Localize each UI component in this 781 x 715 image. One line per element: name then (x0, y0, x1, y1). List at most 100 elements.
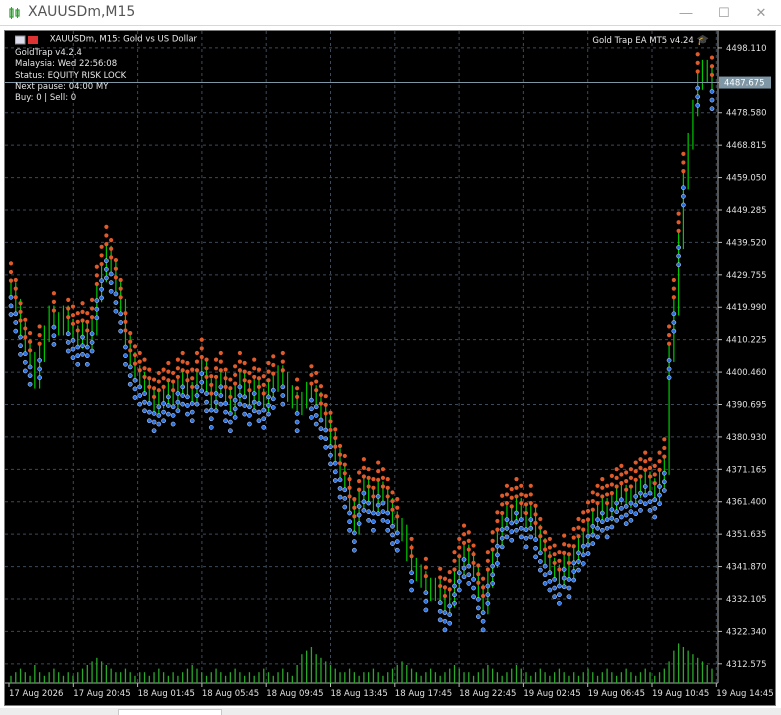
sell-marker (118, 286, 123, 291)
sell-marker (199, 354, 204, 360)
buy-marker (65, 340, 71, 345)
sell-marker (314, 370, 319, 376)
close-icon[interactable]: ✕ (753, 5, 769, 21)
buy-marker (623, 512, 629, 518)
maximize-icon[interactable]: ☐ (716, 5, 732, 21)
buy-marker (18, 351, 23, 357)
sell-marker (51, 291, 57, 296)
sell-marker (461, 532, 467, 537)
buy-marker (495, 561, 500, 566)
sell-marker (519, 492, 524, 497)
sell-marker (385, 485, 390, 490)
sell-marker (175, 374, 181, 380)
sell-marker (566, 560, 572, 565)
buy-marker (113, 291, 119, 297)
buy-marker (533, 545, 538, 551)
sell-marker (166, 378, 171, 383)
chart-toolbar-icons[interactable] (15, 35, 47, 45)
buy-marker (13, 320, 19, 325)
sell-marker (66, 297, 71, 303)
chart-tab[interactable] (118, 709, 222, 715)
sell-marker (471, 543, 476, 548)
sell-marker (180, 359, 185, 364)
buy-marker (113, 300, 119, 305)
buy-marker (194, 401, 200, 407)
sell-marker (204, 374, 209, 380)
chart-canvas[interactable]: 4498.110 4478.580 4468.815 4459.050 4449.285… (5, 31, 777, 707)
buy-marker (523, 527, 529, 532)
buy-marker (156, 404, 162, 410)
buy-marker (390, 523, 395, 529)
sell-marker (89, 315, 95, 320)
buy-marker (337, 486, 343, 491)
graduation-cap-icon[interactable]: 🎓 (697, 35, 709, 46)
sell-marker (8, 278, 14, 283)
buy-marker (461, 574, 467, 580)
sell-marker (671, 286, 676, 291)
buy-marker (595, 534, 600, 540)
info-line-positions: Buy: 0 | Sell: 0 (15, 93, 77, 104)
buy-marker (347, 527, 352, 533)
price-chart[interactable]: 4498.110 4478.580 4468.815 4459.050 4449.285… (4, 30, 776, 706)
buy-marker (599, 510, 605, 516)
window-titlebar: XAUUSDm,M15 — ☐ ✕ (0, 0, 781, 26)
minimize-icon[interactable]: — (678, 5, 694, 21)
sell-marker (147, 376, 152, 381)
sell-marker (247, 370, 252, 376)
sell-marker (309, 364, 314, 369)
sell-marker (376, 469, 381, 474)
sell-marker (619, 463, 624, 468)
sell-marker (590, 490, 595, 495)
sell-marker (481, 593, 486, 599)
sell-marker (466, 538, 471, 544)
buy-marker (208, 416, 214, 422)
sell-marker (557, 558, 562, 563)
sell-marker (151, 394, 157, 399)
sell-marker (523, 493, 529, 498)
buy-marker (504, 525, 510, 531)
buy-marker (514, 510, 519, 516)
sell-marker (99, 253, 104, 258)
sell-marker (562, 550, 567, 555)
buy-marker (509, 537, 515, 543)
buy-marker (151, 419, 157, 425)
sell-marker (23, 334, 28, 340)
buy-marker (447, 612, 453, 617)
sell-marker (628, 467, 634, 472)
sell-marker (385, 477, 390, 482)
buy-marker (132, 377, 138, 383)
sell-marker (576, 534, 581, 539)
sell-marker (357, 487, 362, 492)
buy-marker (22, 359, 28, 365)
buy-marker (681, 202, 686, 208)
x-tick-label: 18 Aug 22:45 (459, 689, 516, 699)
sell-marker (609, 473, 614, 478)
sell-marker (161, 376, 166, 381)
buy-marker (385, 527, 391, 533)
sell-marker (647, 457, 653, 462)
sell-marker (538, 516, 543, 522)
sell-marker (323, 402, 328, 407)
buy-marker (342, 487, 348, 493)
buy-marker (256, 409, 262, 415)
buy-marker (528, 525, 534, 531)
sell-marker (481, 585, 486, 590)
buy-marker (504, 534, 510, 540)
buy-marker (557, 592, 562, 598)
buy-marker (390, 532, 395, 538)
buy-marker (8, 303, 14, 309)
buy-marker (280, 401, 286, 407)
buy-marker (547, 570, 553, 576)
symbol-header: XAUUSDm, M15: Gold vs US Dollar (15, 34, 197, 45)
sell-marker (23, 317, 28, 322)
sell-marker (104, 224, 109, 229)
x-tick-label: 17 Aug 2026 (9, 689, 63, 699)
sell-marker (481, 576, 486, 581)
buy-marker (442, 610, 448, 615)
info-line-status: Status: EQUITY RISK LOCK (15, 70, 127, 81)
buy-marker (456, 579, 462, 584)
sell-marker (314, 379, 319, 384)
buy-marker (466, 572, 472, 578)
sell-marker (328, 427, 333, 433)
buy-marker (442, 618, 448, 624)
